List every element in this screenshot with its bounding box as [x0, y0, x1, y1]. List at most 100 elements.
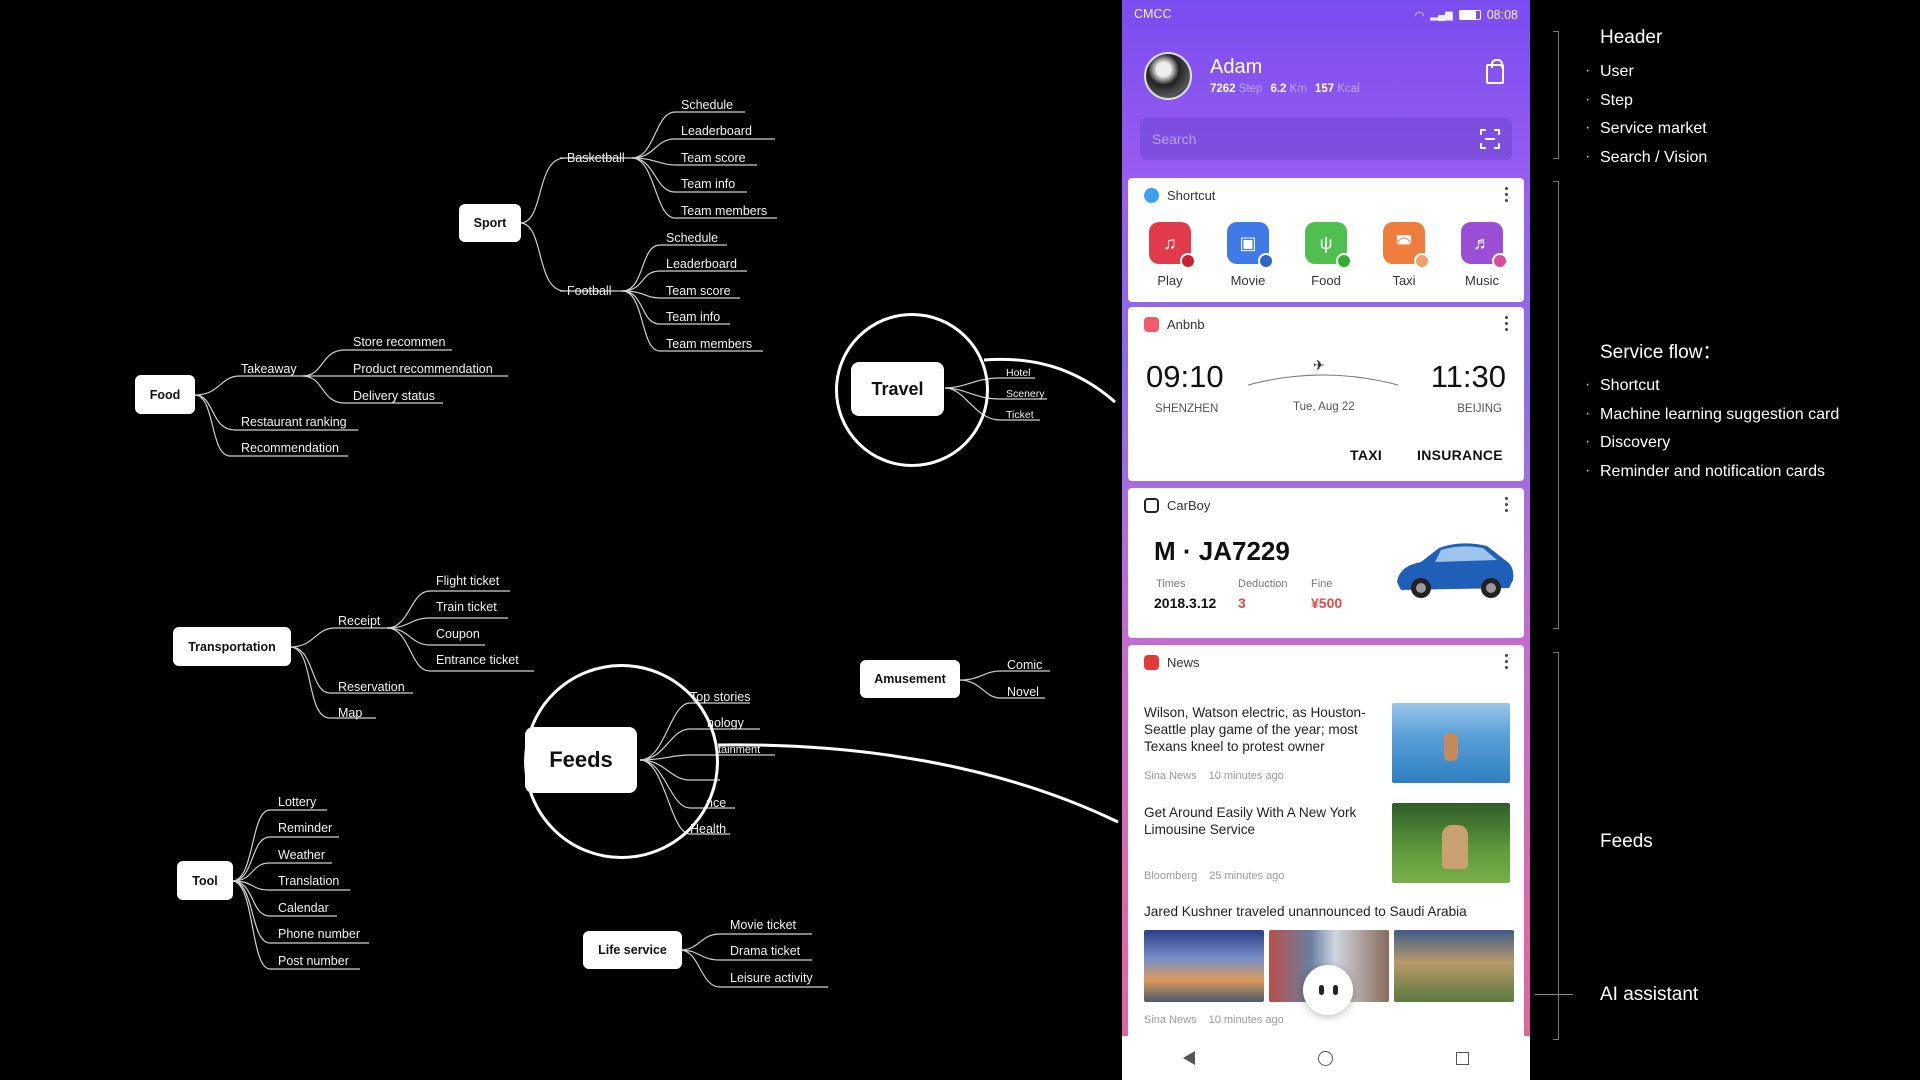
news-thumbnail[interactable] — [1392, 703, 1510, 783]
search-input[interactable]: Search — [1140, 118, 1512, 160]
news-thumbnail[interactable] — [1394, 930, 1514, 1002]
mind-leaf: Team score — [681, 151, 746, 165]
avatar[interactable] — [1144, 52, 1192, 100]
battery-icon — [1458, 10, 1481, 20]
back-icon[interactable] — [1183, 1051, 1196, 1065]
mind-leaf: Drama ticket — [730, 944, 801, 958]
shortcut-taxi[interactable]: ◚ Taxi — [1374, 222, 1434, 288]
steps-unit: Step — [1238, 83, 1263, 95]
taxi-button[interactable]: TAXI — [1350, 447, 1382, 463]
annotation-item: Search / Vision — [1585, 148, 1707, 167]
news-headline[interactable]: Wilson, Watson electric, as Houston-Seat… — [1144, 704, 1384, 755]
status-bar: CMCC ◠ ▂▄▆ 08:08 — [1134, 7, 1518, 23]
more-menu-icon[interactable] — [1505, 187, 1508, 202]
mind-node-feeds: Feeds — [525, 727, 637, 793]
mind-node-tool: Tool — [177, 861, 233, 900]
annotation-feeds-title: Feeds — [1600, 831, 1653, 852]
arrive-time: 11:30 — [1430, 359, 1506, 394]
news-headline[interactable]: Jared Kushner traveled unannounced to Sa… — [1144, 903, 1514, 920]
mind-node-sport: Sport — [459, 204, 521, 242]
mind-node-food: Food — [135, 375, 195, 414]
film-icon: ▣ — [1227, 222, 1274, 269]
news-time: 10 minutes ago — [1208, 1014, 1284, 1026]
mind-leaf: Novel — [1007, 685, 1039, 699]
headphones-icon: ♫ — [1149, 222, 1196, 269]
mind-leaf: nology — [707, 716, 744, 730]
flight-date: Tue, Aug 22 — [1293, 401, 1355, 413]
mind-node-life-service: Life service — [583, 931, 682, 969]
shopping-bag-icon[interactable] — [1486, 59, 1504, 84]
paper-plane-icon — [1144, 188, 1159, 203]
shortcut-movie[interactable]: ▣ Movie — [1218, 222, 1278, 288]
mind-leaf: Health — [690, 822, 727, 836]
mind-leaf: Team score — [666, 284, 731, 298]
mind-leaf: Train ticket — [436, 600, 497, 614]
depart-city: SHENZHEN — [1155, 403, 1219, 415]
depart-time: 09:10 — [1146, 359, 1224, 394]
mind-node-transportation: Transportation — [173, 627, 291, 666]
mind-leaf: Comic — [1007, 658, 1043, 672]
mind-node-travel: Travel — [851, 362, 944, 416]
mind-leaf: Team info — [666, 310, 721, 324]
more-menu-icon[interactable] — [1505, 654, 1508, 669]
insurance-button[interactable]: INSURANCE — [1417, 447, 1503, 463]
user-name[interactable]: Adam — [1210, 56, 1262, 79]
news-time: 25 minutes ago — [1209, 870, 1285, 882]
more-menu-icon[interactable] — [1505, 497, 1508, 512]
annotation-header-title: Header — [1600, 27, 1663, 48]
mind-leaf: Product recommendation — [353, 362, 493, 376]
fine-value: ¥500 — [1311, 595, 1343, 611]
recents-icon[interactable] — [1455, 1051, 1469, 1065]
activity-stats: 7262 Step 6.2 Km 157 Kcal — [1210, 83, 1360, 95]
mind-leaf: Lottery — [278, 795, 317, 809]
flight-card[interactable]: Anbnb 09:10 SHENZHEN ✈ Tue, Aug 22 11:30… — [1128, 307, 1524, 481]
phone-screen: CMCC ◠ ▂▄▆ 08:08 Adam 7262 Step 6.2 Km 1… — [1122, 0, 1530, 1080]
mind-leaf: Map — [338, 706, 363, 720]
annotation-item: User — [1585, 62, 1634, 81]
mind-leaf: Post number — [278, 954, 349, 968]
mind-leaf: Hotel — [1006, 367, 1031, 379]
steps-value: 7262 — [1210, 83, 1236, 95]
news-headline[interactable]: Get Around Easily With A New York Limous… — [1144, 804, 1384, 838]
mind-leaf: Recommendation — [241, 441, 339, 455]
shortcut-play[interactable]: ♫ Play — [1140, 222, 1200, 288]
annotation-service-flow-title: Service flow： — [1600, 342, 1722, 363]
mind-leaf: Delivery status — [353, 389, 435, 403]
ai-assistant-button[interactable] — [1303, 965, 1353, 1015]
annotation-item: Shortcut — [1585, 376, 1659, 395]
mind-leaf: Calendar — [278, 901, 329, 915]
car-image — [1397, 543, 1514, 598]
kcal-unit: Kcal — [1337, 83, 1360, 95]
car-wallet-icon — [1144, 498, 1159, 513]
news-source: Sina News — [1144, 770, 1197, 782]
times-value: 2018.3.12 — [1154, 595, 1217, 611]
wifi-icon: ◠ — [1414, 9, 1425, 22]
mind-node-receipt: Receipt — [338, 614, 381, 628]
scan-icon[interactable] — [1480, 129, 1500, 149]
card-title: Anbnb — [1167, 317, 1205, 332]
clock: 08:08 — [1486, 8, 1518, 22]
shortcut-card: Shortcut ♫ Play ▣ Movie ψ Food ◚ Taxi ♬ … — [1128, 178, 1524, 302]
shortcut-music[interactable]: ♬ Music — [1452, 222, 1512, 288]
music-note-icon: ♬ — [1461, 222, 1508, 269]
mind-leaf: Weather — [278, 848, 326, 862]
annotation-item: Reminder and notification cards — [1585, 462, 1825, 481]
annotation-item: Service market — [1585, 119, 1707, 138]
mind-leaf: Phone number — [278, 927, 361, 941]
mind-leaf: Translation — [278, 874, 340, 888]
home-icon[interactable] — [1317, 1050, 1333, 1066]
news-thumbnail[interactable] — [1144, 930, 1264, 1002]
mind-leaf: Schedule — [681, 98, 734, 112]
card-title: CarBoy — [1167, 498, 1211, 513]
news-thumbnail[interactable] — [1392, 803, 1510, 883]
more-menu-icon[interactable] — [1505, 316, 1508, 331]
mind-leaf: Leaderboard — [681, 124, 752, 138]
mind-leaf: Leaderboard — [666, 257, 737, 271]
airplane-icon: ✈ — [1313, 357, 1325, 373]
car-card[interactable]: CarBoy M · JA7229 Times 2018.3.12 Deduct… — [1128, 488, 1524, 638]
annotation-ai-assistant-title: AI assistant — [1600, 984, 1699, 1005]
annotation-item: Machine learning suggestion card — [1585, 405, 1839, 424]
fork-knife-icon: ψ — [1305, 222, 1352, 269]
mind-leaf: Reminder — [278, 821, 333, 835]
shortcut-food[interactable]: ψ Food — [1296, 222, 1356, 288]
